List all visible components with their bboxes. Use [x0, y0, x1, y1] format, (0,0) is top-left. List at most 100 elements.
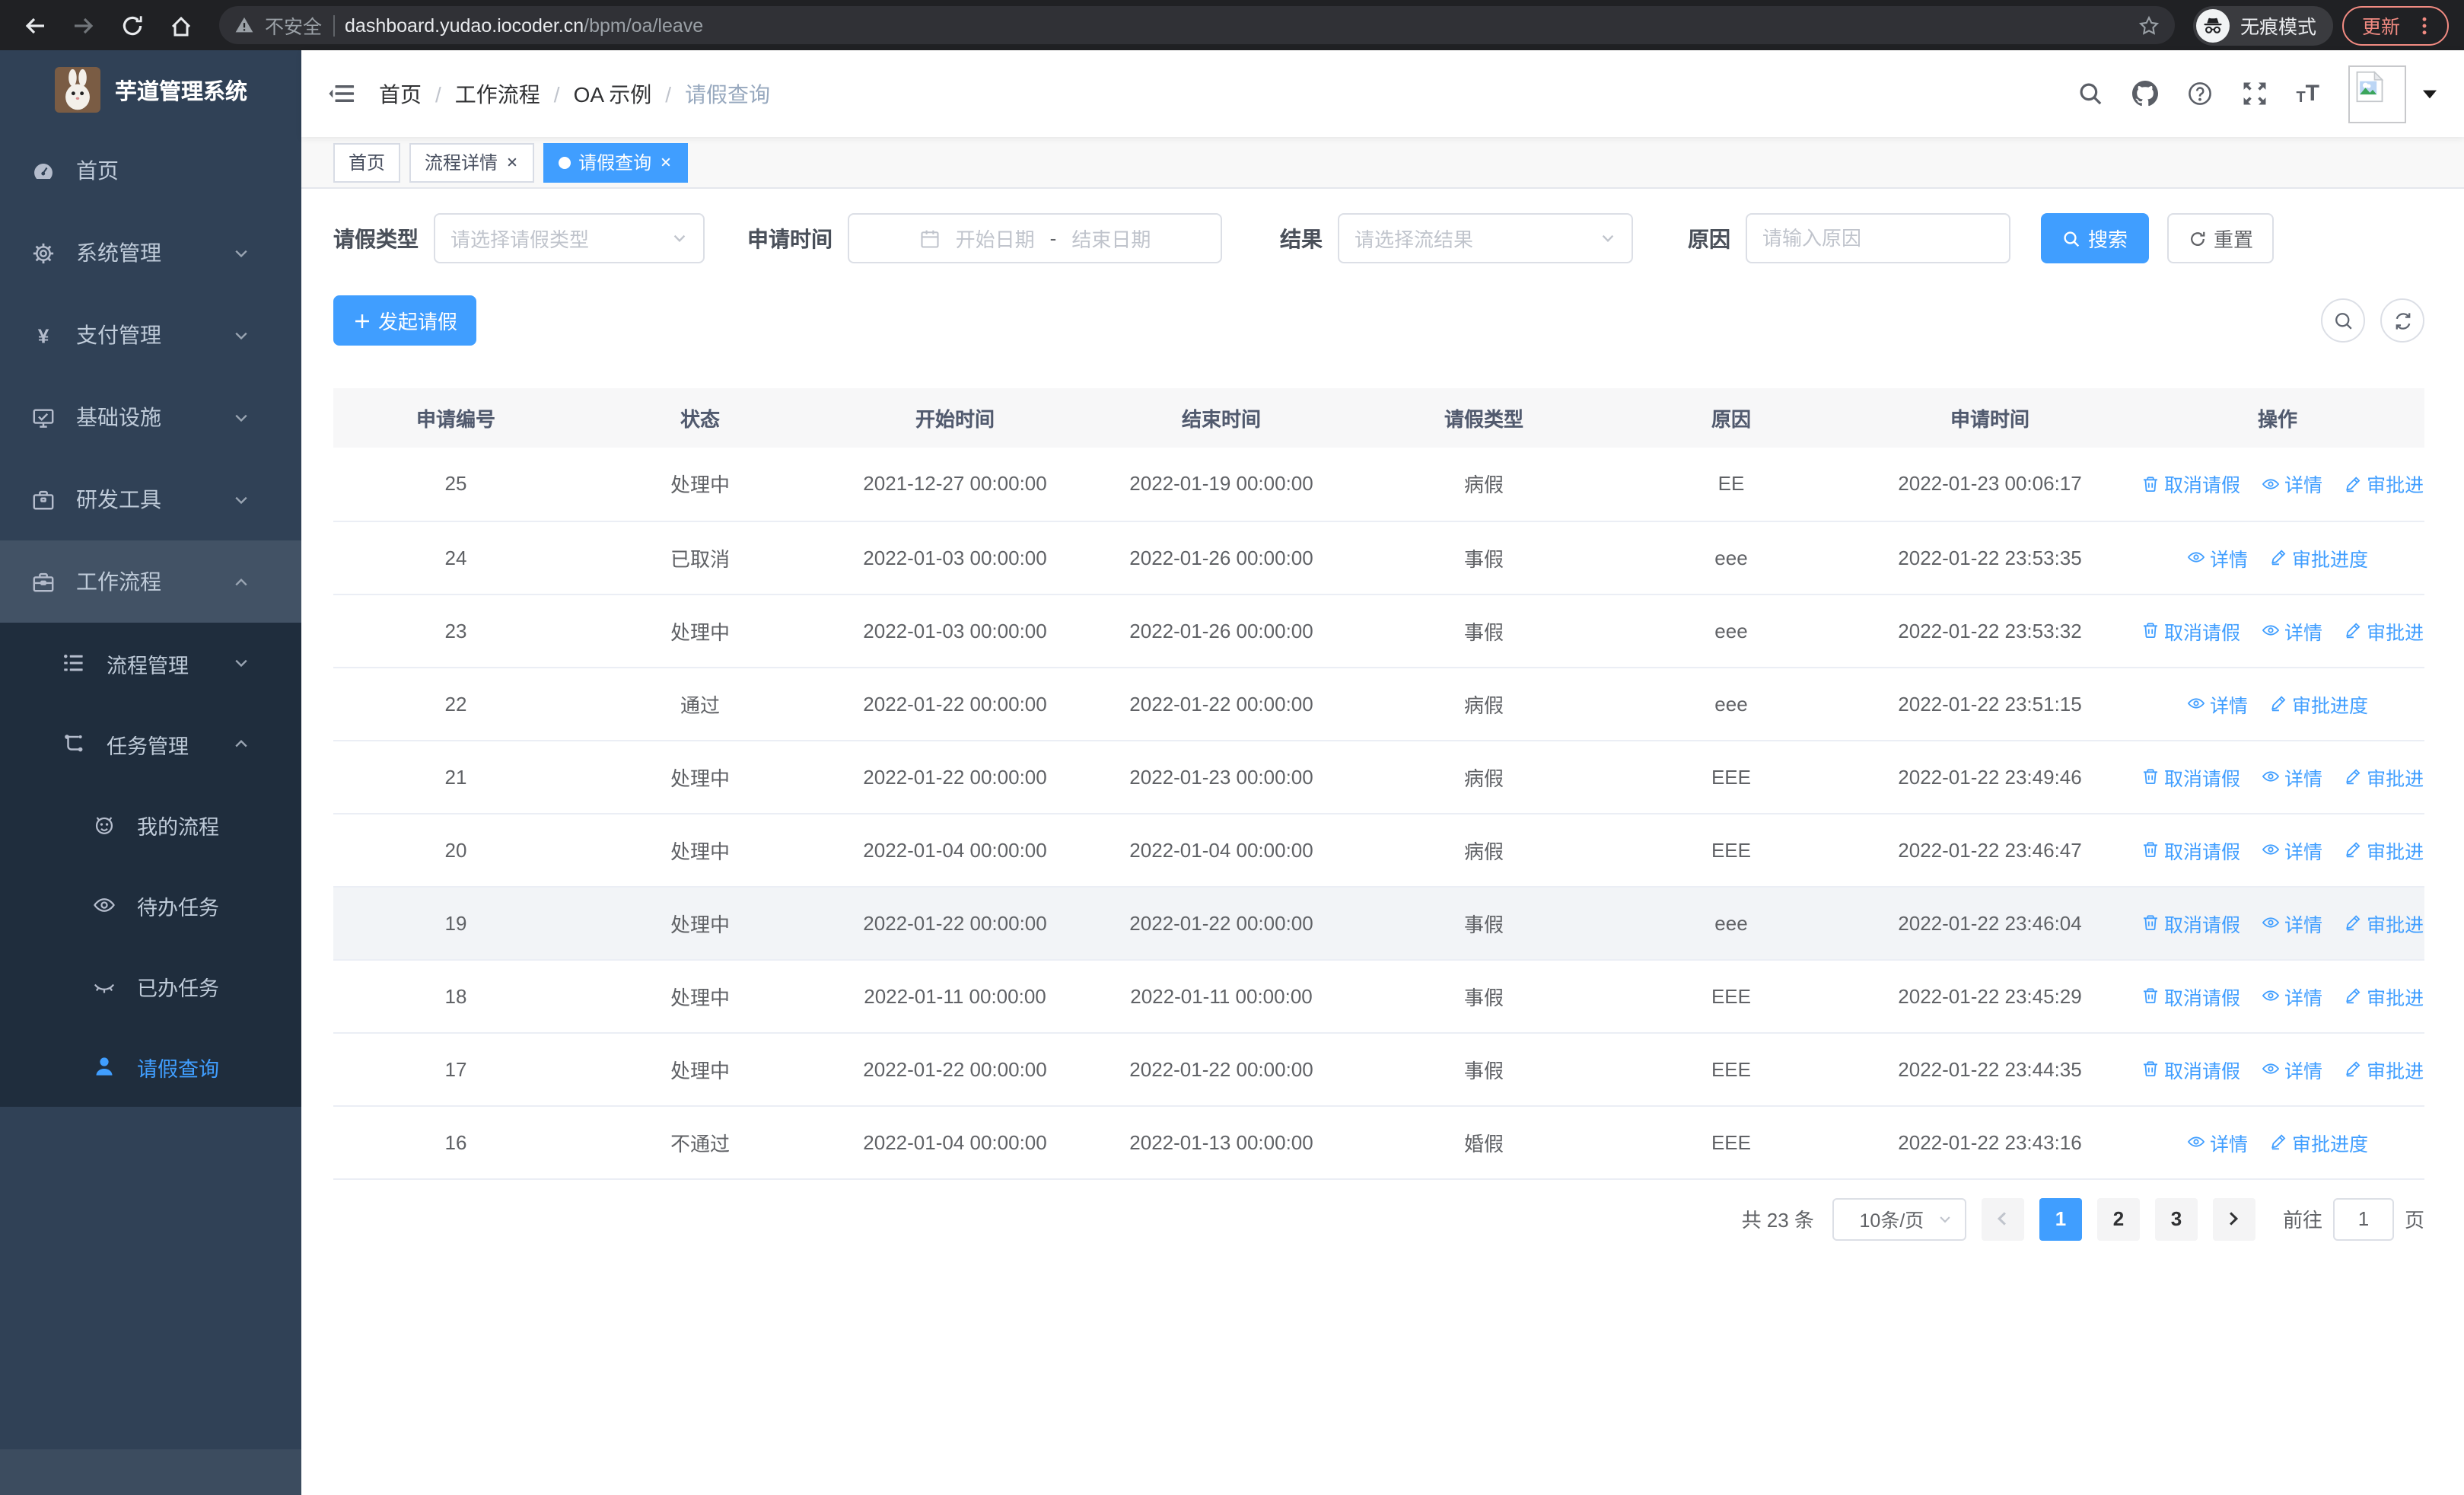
- action-detail-link[interactable]: 详情: [2187, 543, 2248, 572]
- eye-icon: [91, 894, 116, 916]
- sidebar-item-工作流程[interactable]: 工作流程: [0, 540, 301, 623]
- breadcrumb-item[interactable]: OA 示例: [574, 78, 652, 109]
- avatar-caret-icon[interactable]: [2423, 89, 2437, 98]
- sidebar-item-任务管理[interactable]: 任务管理: [0, 703, 301, 784]
- omnibox-divider: [333, 14, 335, 36]
- bookmark-star-icon[interactable]: [2138, 14, 2160, 36]
- result-select[interactable]: 请选择流结果: [1338, 213, 1633, 263]
- sidebar-item-我的流程[interactable]: 我的流程: [0, 784, 301, 865]
- action-cancel-link[interactable]: 取消请假: [2141, 616, 2240, 645]
- cell-start: 2022-01-22 00:00:00: [822, 740, 1088, 814]
- action-label: 取消请假: [2164, 841, 2241, 862]
- action-cancel-link[interactable]: 取消请假: [2141, 762, 2240, 791]
- action-cancel-link[interactable]: 取消请假: [2141, 981, 2240, 1010]
- tab-首页[interactable]: 首页: [333, 142, 401, 182]
- tab-请假查询[interactable]: 请假查询: [543, 142, 689, 182]
- header-search-icon[interactable]: [2077, 81, 2103, 107]
- page-size-select[interactable]: 10条/页: [1832, 1197, 1966, 1240]
- action-detail-link[interactable]: 详情: [2262, 616, 2322, 645]
- action-progress-link[interactable]: 审批进度: [2344, 835, 2424, 864]
- breadcrumb-item[interactable]: 工作流程: [455, 78, 540, 109]
- browser-menu-icon[interactable]: [2414, 14, 2435, 36]
- sidebar-item-基础设施[interactable]: 基础设施: [0, 376, 301, 458]
- action-progress-link[interactable]: 审批进度: [2269, 543, 2368, 572]
- sidebar-item-已办任务[interactable]: 已办任务: [0, 945, 301, 1026]
- leave-type-select[interactable]: 请选择请假类型: [434, 213, 705, 263]
- toggle-search-button[interactable]: [2321, 298, 2365, 343]
- prev-page-button[interactable]: [1981, 1197, 2024, 1240]
- action-detail-link[interactable]: 详情: [2262, 1054, 2322, 1083]
- search-button[interactable]: 搜索: [2041, 213, 2149, 263]
- browser-back-button[interactable]: [15, 5, 55, 45]
- font-size-icon[interactable]: TT: [2296, 81, 2319, 107]
- sidebar-item-请假查询[interactable]: 请假查询: [0, 1026, 301, 1107]
- address-bar[interactable]: 不安全 dashboard.yudao.iocoder.cn/bpm/oa/le…: [219, 6, 2175, 44]
- breadcrumb-item[interactable]: 首页: [379, 78, 422, 109]
- action-progress-link[interactable]: 审批进度: [2344, 908, 2424, 937]
- action-progress-link[interactable]: 审批进度: [2269, 1127, 2368, 1156]
- create-leave-label: 发起请假: [378, 311, 458, 333]
- tab-label: 首页: [349, 152, 386, 174]
- action-cancel-link[interactable]: 取消请假: [2141, 1054, 2240, 1083]
- action-detail-link[interactable]: 详情: [2262, 470, 2322, 499]
- next-page-button[interactable]: [2212, 1197, 2255, 1240]
- reset-button[interactable]: 重置: [2167, 213, 2274, 263]
- sidebar-item-研发工具[interactable]: 研发工具: [0, 458, 301, 540]
- cell-start: 2021-12-27 00:00:00: [822, 448, 1088, 521]
- browser-forward-button[interactable]: [64, 5, 103, 45]
- browser-home-button[interactable]: [161, 5, 201, 45]
- action-progress-link[interactable]: 审批进度: [2269, 689, 2368, 718]
- refresh-table-button[interactable]: [2380, 298, 2424, 343]
- action-label: 取消请假: [2164, 475, 2241, 497]
- table-row: 16 不通过 2022-01-04 00:00:00 2022-01-13 00:00…: [333, 1105, 2424, 1179]
- create-leave-button[interactable]: 发起请假: [333, 295, 476, 346]
- tab-close-icon[interactable]: [659, 155, 673, 169]
- cell-id: 17: [333, 1032, 578, 1106]
- github-icon[interactable]: [2131, 81, 2158, 107]
- action-progress-link[interactable]: 审批进度: [2344, 981, 2424, 1010]
- sidebar-item-首页[interactable]: 首页: [0, 129, 301, 212]
- action-detail-link[interactable]: 详情: [2187, 689, 2248, 718]
- action-progress-link[interactable]: 审批进度: [2344, 470, 2424, 499]
- action-progress-link[interactable]: 审批进度: [2344, 762, 2424, 791]
- action-cancel-link[interactable]: 取消请假: [2141, 835, 2240, 864]
- browser-update-button[interactable]: 更新: [2341, 5, 2449, 45]
- app-logo[interactable]: 芋道管理系统: [0, 50, 301, 129]
- action-detail-link[interactable]: 详情: [2262, 981, 2322, 1010]
- page-button-2[interactable]: 2: [2096, 1197, 2140, 1240]
- sidebar-item-流程管理[interactable]: 流程管理: [0, 623, 301, 703]
- action-detail-link[interactable]: 详情: [2187, 1127, 2248, 1156]
- goto-page-input[interactable]: [2332, 1197, 2394, 1240]
- action-detail-link[interactable]: 详情: [2262, 762, 2322, 791]
- action-detail-link[interactable]: 详情: [2262, 835, 2322, 864]
- action-progress-link[interactable]: 审批进度: [2344, 1054, 2424, 1083]
- cell-applied: 2022-01-22 23:45:29: [1849, 959, 2131, 1033]
- action-cancel-link[interactable]: 取消请假: [2141, 470, 2240, 499]
- tab-close-icon[interactable]: [505, 155, 519, 169]
- fullscreen-icon[interactable]: [2241, 81, 2267, 107]
- sidebar-item-支付管理[interactable]: ¥ 支付管理: [0, 294, 301, 376]
- avatar[interactable]: [2348, 65, 2406, 123]
- apply-time-range-picker[interactable]: 开始日期 - 结束日期: [848, 213, 1222, 263]
- action-detail-link[interactable]: 详情: [2262, 908, 2322, 937]
- action-progress-link[interactable]: 审批进度: [2344, 616, 2424, 645]
- cell-type: 事假: [1355, 886, 1613, 960]
- view-icon: [2262, 767, 2280, 786]
- sidebar-item-待办任务[interactable]: 待办任务: [0, 865, 301, 945]
- page-button-1[interactable]: 1: [2039, 1197, 2082, 1240]
- help-icon[interactable]: [2186, 81, 2212, 107]
- reason-input[interactable]: [1762, 227, 1994, 250]
- browser-reload-button[interactable]: [113, 5, 152, 45]
- breadcrumb-separator: /: [553, 81, 560, 106]
- tab-流程详情[interactable]: 流程详情: [409, 142, 535, 182]
- action-cancel-link[interactable]: 取消请假: [2141, 908, 2240, 937]
- page-button-3[interactable]: 3: [2154, 1197, 2198, 1240]
- cell-type: 病假: [1355, 448, 1613, 521]
- edit-icon: [2344, 1060, 2362, 1078]
- cell-actions: 取消请假 详情 审批进度: [2131, 740, 2424, 814]
- sidebar-item-系统管理[interactable]: 系统管理: [0, 212, 301, 294]
- sidebar-collapse-icon[interactable]: [329, 81, 355, 107]
- page-size-value: 10条/页: [1859, 1210, 1924, 1232]
- sidebar-collapse-bar[interactable]: [0, 1449, 301, 1495]
- table-row: 18 处理中 2022-01-11 00:00:00 2022-01-11 00:00…: [333, 959, 2424, 1033]
